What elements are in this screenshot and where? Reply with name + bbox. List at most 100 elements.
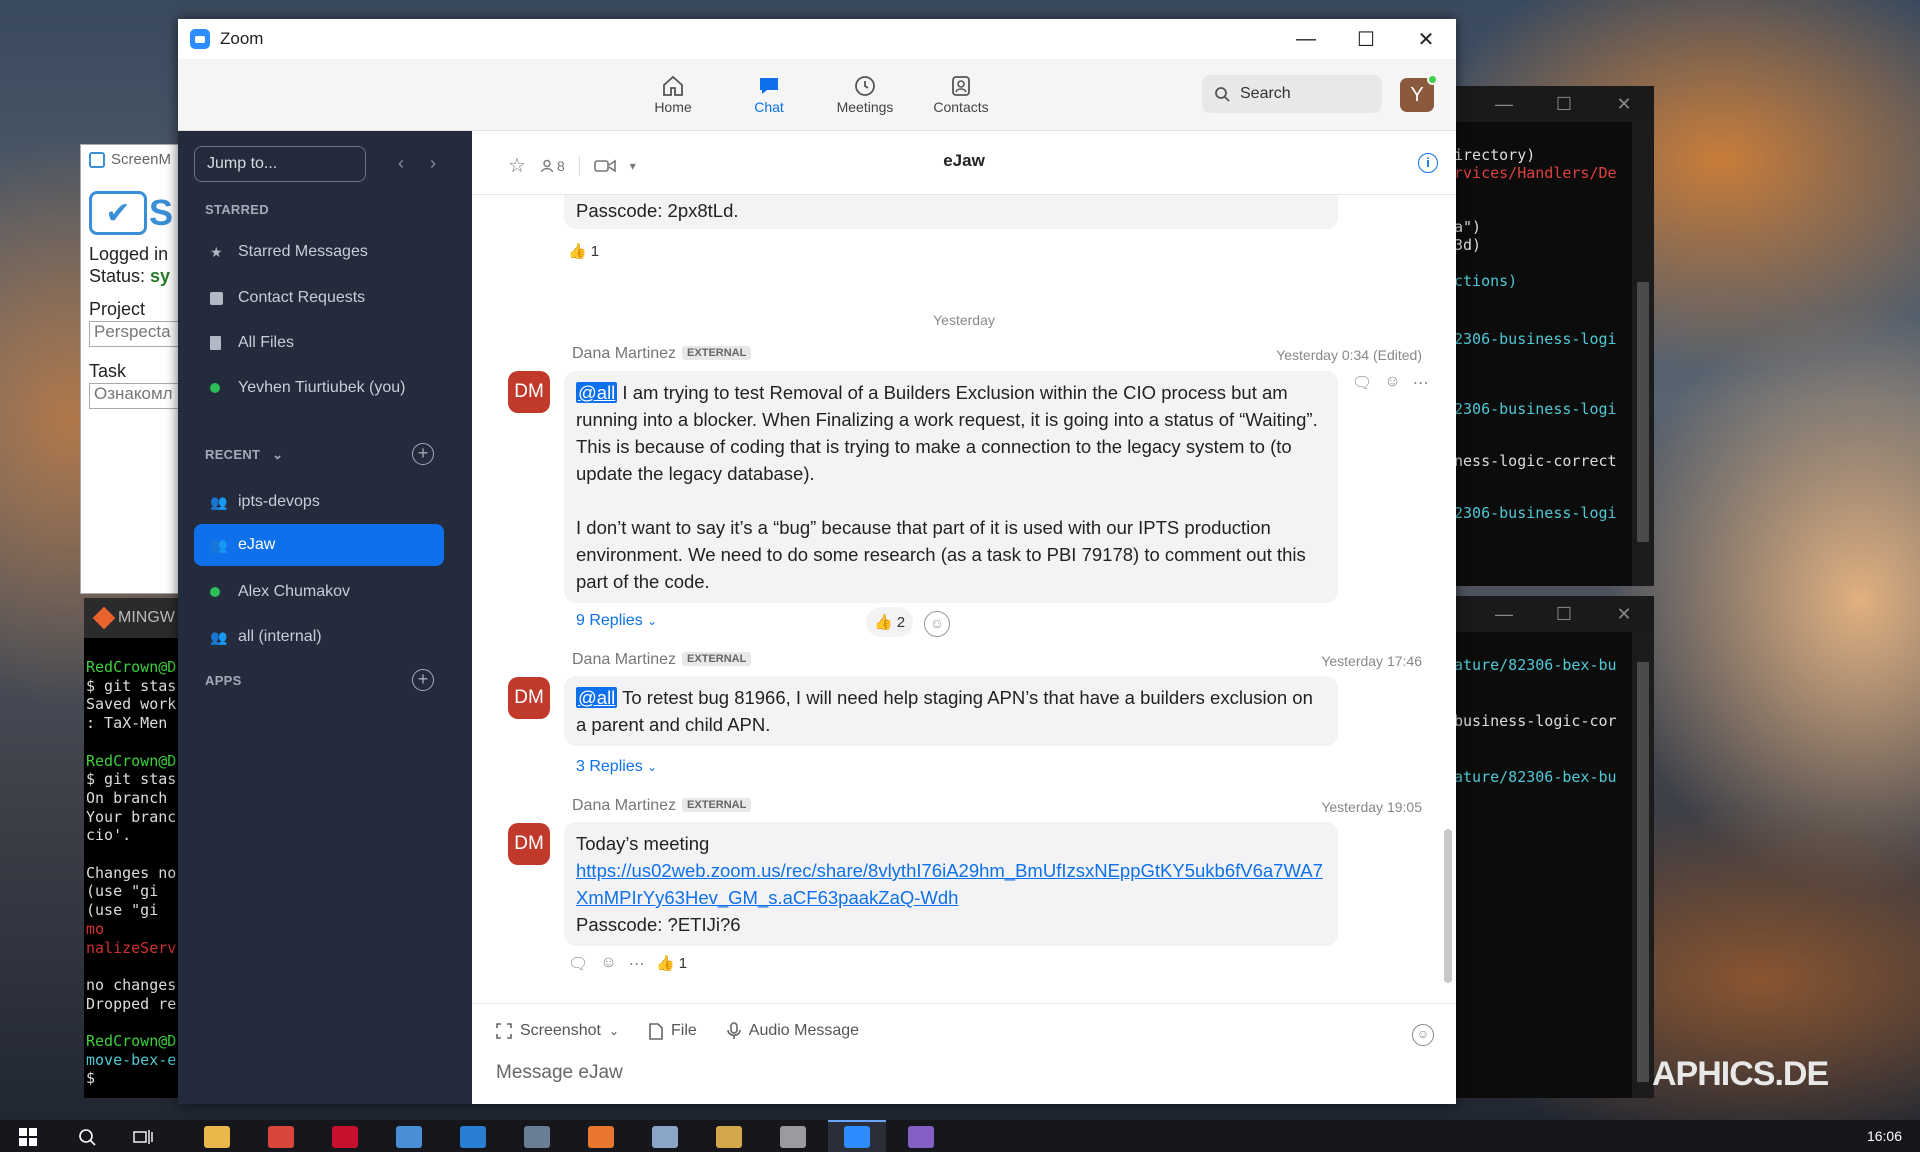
nav-chat[interactable]: Chat xyxy=(729,73,809,115)
close-button[interactable]: ✕ xyxy=(1396,19,1456,59)
sender-avatar[interactable]: DM xyxy=(508,371,550,413)
taskbar-app-firefox[interactable] xyxy=(572,1120,630,1152)
sidebar-item-all-internal[interactable]: 👥 all (internal) xyxy=(194,616,444,658)
taskbar-app-opera[interactable] xyxy=(316,1120,374,1152)
more-icon[interactable]: ⋯ xyxy=(629,954,645,974)
sidebar-item-alex-chumakov[interactable]: Alex Chumakov xyxy=(194,571,444,613)
mention-all[interactable]: @all xyxy=(576,382,618,403)
taskbar-app-visual-studio[interactable] xyxy=(892,1120,950,1152)
add-reaction-icon[interactable]: ☺ xyxy=(1384,373,1400,393)
emoji-icon[interactable]: ☺ xyxy=(1412,1024,1434,1046)
terminal-line: cio'. xyxy=(86,826,132,845)
close-icon[interactable]: ✕ xyxy=(1594,604,1654,625)
terminal-line: Saved work xyxy=(86,695,177,714)
nav-contacts-label: Contacts xyxy=(933,99,989,115)
terminal-line: 2306-business-logi xyxy=(1454,400,1617,418)
terminal-window-top[interactable]: — ☐ ✕ irectory) rvices/Handlers/De a") 3d) c… xyxy=(1448,86,1654,586)
audio-message-button[interactable]: Audio Message xyxy=(726,1022,859,1040)
add-app-button[interactable]: + xyxy=(412,669,434,691)
message-text: Passcode: ?ETIJi?6 xyxy=(576,914,741,935)
reaction-thumbs-up[interactable]: 👍 1 xyxy=(560,236,607,266)
file-button[interactable]: File xyxy=(649,1022,697,1040)
zoom-titlebar[interactable]: Zoom — ☐ ✕ xyxy=(178,19,1456,59)
task-select[interactable]: Ознакомл xyxy=(89,383,189,409)
skype-icon xyxy=(460,1126,486,1148)
meeting-recording-link[interactable]: https://us02web.zoom.us/rec/share/8vlyth… xyxy=(576,860,1323,908)
message-sender[interactable]: Dana Martinez EXTERNAL xyxy=(572,345,752,363)
recent-header[interactable]: RECENT ⌄ xyxy=(205,447,283,463)
add-reaction-button[interactable]: ☺ xyxy=(924,611,950,637)
terminal-scrollbar[interactable] xyxy=(1632,122,1654,586)
sidebar-item-ejaw[interactable]: 👥 eJaw xyxy=(194,524,444,566)
taskbar-app-zoom[interactable] xyxy=(828,1120,886,1152)
task-view-button[interactable] xyxy=(118,1120,168,1152)
logo-text: S xyxy=(149,192,174,233)
project-select[interactable]: Perspecta xyxy=(89,321,189,347)
sidebar-item-yevhen[interactable]: Yevhen Tiurtiubek (you) xyxy=(194,367,444,409)
reply-icon[interactable]: 🗨 xyxy=(568,954,588,974)
start-button[interactable] xyxy=(0,1120,56,1152)
minimize-icon[interactable]: — xyxy=(1474,604,1534,625)
terminal-line: mo xyxy=(86,919,105,938)
add-recent-button[interactable]: + xyxy=(412,443,434,465)
minimize-icon[interactable]: — xyxy=(1474,94,1534,115)
search-box[interactable]: Search xyxy=(1202,75,1382,113)
info-icon[interactable]: i xyxy=(1418,153,1438,173)
back-arrow-icon[interactable]: ‹ xyxy=(398,153,404,174)
terminal-scrollbar[interactable] xyxy=(1632,632,1654,1098)
reaction-thumbs-up[interactable]: 👍 1 xyxy=(648,948,695,978)
add-reaction-icon[interactable]: ☺ xyxy=(600,954,616,974)
maximize-icon[interactable]: ☐ xyxy=(1534,604,1594,625)
taskbar-app-screenmonitor[interactable] xyxy=(380,1120,438,1152)
nav-home[interactable]: Home xyxy=(633,73,713,115)
more-icon[interactable]: ⋯ xyxy=(1413,373,1429,393)
terminal-line: RedCrown@D xyxy=(86,658,177,676)
sidebar-item-all-files[interactable]: All Files xyxy=(194,322,444,364)
taskbar-app-skype[interactable] xyxy=(444,1120,502,1152)
reaction-thumbs-up[interactable]: 👍 2 xyxy=(866,607,914,637)
zoom-window[interactable]: Zoom — ☐ ✕ Home Chat Meetings Contacts S… xyxy=(178,19,1456,1104)
screenmonitor-window[interactable]: ScreenM ✔ S Logged in Status: sy Project… xyxy=(80,144,189,594)
sidebar-item-starred-messages[interactable]: ★ Starred Messages xyxy=(194,231,444,273)
maximize-icon[interactable]: ☐ xyxy=(1534,94,1594,115)
messages-scrollbar[interactable] xyxy=(1444,829,1452,983)
maximize-button[interactable]: ☐ xyxy=(1336,19,1396,59)
mingw-titlebar[interactable]: MINGW xyxy=(84,598,184,638)
jump-to-input[interactable]: Jump to... xyxy=(194,146,366,182)
forward-arrow-icon[interactable]: › xyxy=(430,153,436,174)
message-sender[interactable]: Dana Martinez EXTERNAL xyxy=(572,651,752,669)
terminal-line: Changes no xyxy=(86,863,177,882)
taskbar-app-editor[interactable] xyxy=(764,1120,822,1152)
sender-avatar[interactable]: DM xyxy=(508,677,550,719)
screenshot-button[interactable]: Screenshot ⌄ xyxy=(496,1022,619,1040)
replies-link[interactable]: 9 Replies ⌄ xyxy=(576,612,657,630)
chevron-down-icon: ⌄ xyxy=(647,760,658,774)
sidebar-item-ipts-devops[interactable]: 👥 ipts-devops xyxy=(194,481,444,523)
mingw-terminal-window[interactable]: MINGW RedCrown@D $ git stas Saved work: Ta… xyxy=(84,598,184,1098)
message-sender[interactable]: Dana Martinez EXTERNAL xyxy=(572,797,752,815)
taskbar-app-chrome[interactable] xyxy=(252,1120,310,1152)
mention-all[interactable]: @all xyxy=(576,687,618,708)
close-icon[interactable]: ✕ xyxy=(1594,94,1654,115)
taskbar-app-file-explorer[interactable] xyxy=(188,1120,246,1152)
sidebar-item-contact-requests[interactable]: Contact Requests xyxy=(194,277,444,319)
taskbar-app-paint[interactable] xyxy=(700,1120,758,1152)
replies-link[interactable]: 3 Replies ⌄ xyxy=(576,758,657,776)
chevron-down-icon[interactable]: ⌄ xyxy=(609,1024,619,1038)
search-icon xyxy=(1215,87,1230,102)
terminal-titlebar[interactable]: — ☐ ✕ xyxy=(1448,596,1654,632)
terminal-window-bottom[interactable]: — ☐ ✕ ature/82306-bex-bu business-logic-c… xyxy=(1448,596,1654,1098)
reply-icon[interactable]: 🗨 xyxy=(1352,373,1372,393)
terminal-line: a") xyxy=(1454,218,1482,236)
nav-contacts[interactable]: Contacts xyxy=(921,73,1001,115)
terminal-line: $ git stas xyxy=(86,676,177,695)
taskbar-app-notepad[interactable] xyxy=(636,1120,694,1152)
terminal-titlebar[interactable]: — ☐ ✕ xyxy=(1448,86,1654,122)
minimize-button[interactable]: — xyxy=(1276,19,1336,59)
message-input[interactable]: Message eJaw xyxy=(496,1062,623,1084)
sender-avatar[interactable]: DM xyxy=(508,823,550,865)
nav-meetings[interactable]: Meetings xyxy=(825,73,905,115)
taskbar-app-app-window[interactable] xyxy=(508,1120,566,1152)
search-button[interactable] xyxy=(62,1120,112,1152)
profile-avatar[interactable]: Y xyxy=(1400,74,1438,112)
